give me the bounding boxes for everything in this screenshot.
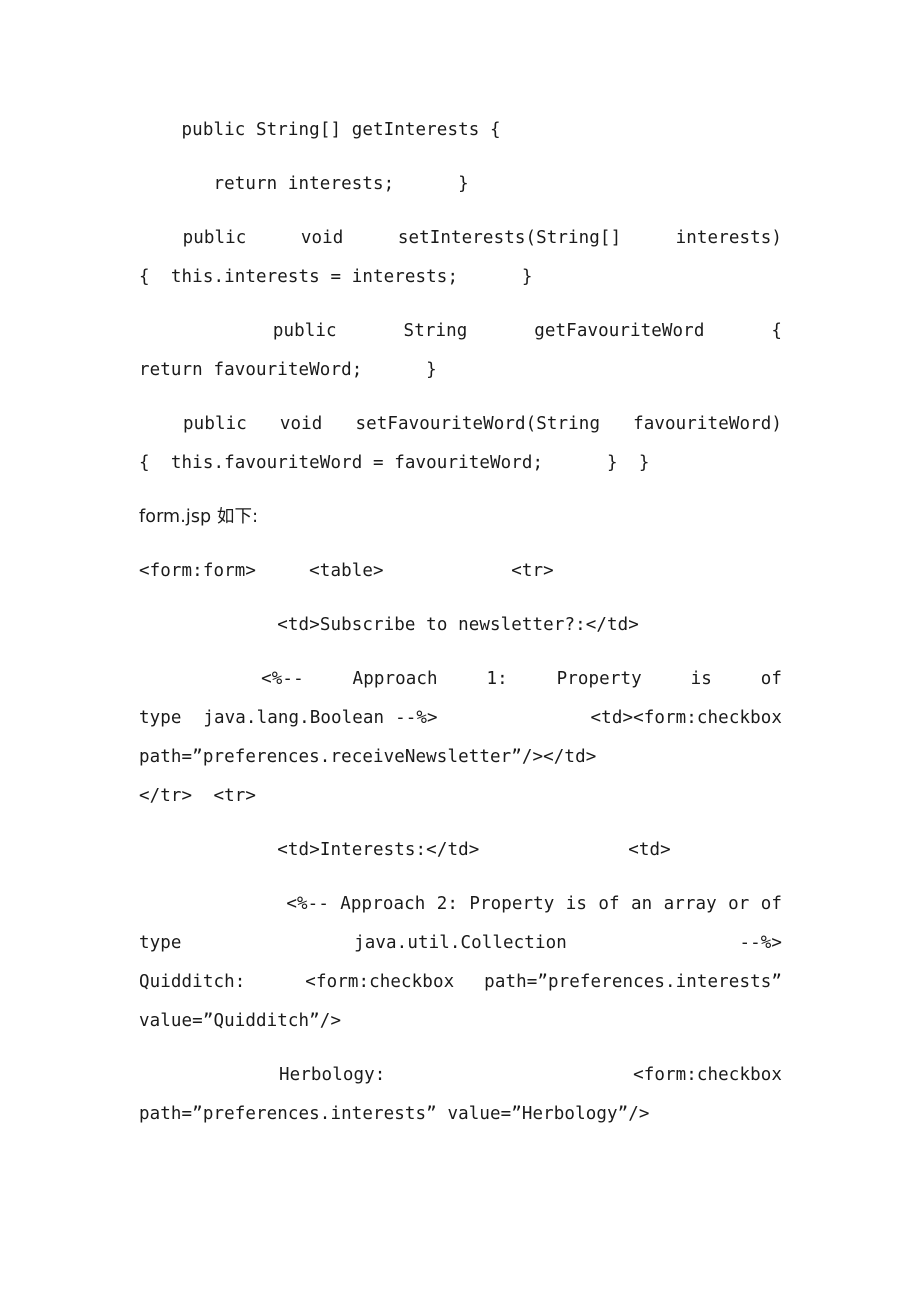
code-paragraph-get-favourite-word-method: public String getFavouriteWord { return … — [139, 321, 782, 380]
caption-form-jsp: form.jsp 如下: — [139, 507, 259, 527]
code-paragraph-set-interests-method: public void setInterests(String[] intere… — [139, 228, 836, 287]
document-text-body: public String[] getInterests { return in… — [139, 111, 782, 1134]
code-paragraph-td-subscribe-newsletter: <td>Subscribe to newsletter?:</td> — [139, 615, 639, 635]
code-paragraph-return-interests: return interests; } — [139, 174, 469, 194]
code-paragraph-form-table-tr: <form:form> <table> <tr> — [139, 561, 554, 581]
code-paragraph-td-interests: <td>Interests:</td> <td> — [139, 840, 671, 860]
code-paragraph-herbology-checkbox: Herbology: <form:checkbox path=”preferen… — [139, 1065, 804, 1124]
document-page: public String[] getInterests { return in… — [0, 0, 920, 1302]
code-paragraph-set-favourite-word-method: public void setFavouriteWord(String favo… — [139, 414, 814, 473]
code-paragraph-approach-2-comment: <%-- Approach 2: Property is of an array… — [139, 894, 782, 1031]
code-paragraph-get-interests-method: public String[] getInterests { — [139, 120, 501, 140]
code-paragraph-approach-1-comment: <%-- Approach 1: Property is of type jav… — [139, 669, 831, 806]
